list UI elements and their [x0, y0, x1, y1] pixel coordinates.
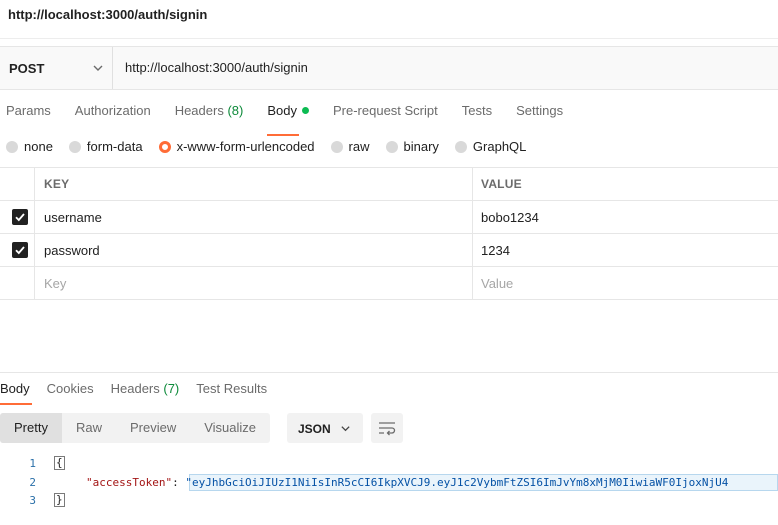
response-divider — [0, 372, 778, 373]
param-value[interactable]: 1234 — [481, 243, 510, 258]
checkbox-checked-icon[interactable] — [12, 209, 28, 225]
radio-circle-icon — [330, 140, 343, 153]
response-tab-headers-label: Headers — [110, 381, 160, 396]
column-header-value: VALUE — [481, 177, 522, 191]
radio-circle-icon — [385, 140, 398, 153]
radio-binary[interactable]: binary — [385, 139, 439, 154]
response-tab-test-results[interactable]: Test Results — [196, 381, 267, 396]
method-select[interactable]: POST — [0, 47, 113, 89]
param-key[interactable]: username — [44, 210, 102, 225]
tab-tests[interactable]: Tests — [462, 103, 492, 127]
param-value[interactable]: bobo1234 — [481, 210, 539, 225]
response-tab-headers[interactable]: Headers (7) — [111, 381, 180, 396]
line-number: 2 — [29, 476, 36, 489]
view-raw-button[interactable]: Raw — [62, 413, 116, 443]
tab-headers-count: (8) — [227, 103, 244, 118]
new-key-input[interactable]: Key — [44, 276, 66, 291]
brace-close: } — [54, 493, 65, 507]
tab-body-label: Body — [267, 103, 297, 118]
radio-none-label: none — [24, 139, 53, 154]
table-row: username bobo1234 — [0, 201, 778, 234]
tab-headers-label: Headers — [174, 103, 224, 118]
code-line: "accessToken": "eyJhbGciOiJIUzI1NiIsInR5… — [86, 476, 728, 489]
tab-headers[interactable]: Headers (8) — [175, 103, 244, 127]
table-row: password 1234 — [0, 234, 778, 267]
json-string-value: "eyJhbGciOiJIUzI1NiIsInR5cCI6IkpXVCJ9.ey… — [185, 476, 729, 489]
chevron-down-icon — [93, 65, 103, 71]
column-divider — [472, 168, 473, 200]
wrap-lines-button[interactable] — [371, 413, 403, 443]
tab-params[interactable]: Params — [6, 103, 51, 127]
radio-selected-icon — [158, 140, 171, 153]
active-dot-icon — [301, 107, 309, 114]
tab-prerequest-script[interactable]: Pre-request Script — [333, 103, 438, 127]
view-visualize-button[interactable]: Visualize — [190, 413, 270, 443]
checkbox-cell — [0, 267, 35, 299]
request-tabs: Params Authorization Headers (8) Body Pr… — [0, 103, 587, 136]
request-bar: POST http://localhost:3000/auth/signin — [0, 46, 778, 90]
tab-body[interactable]: Body — [267, 103, 309, 136]
radio-urlencoded[interactable]: x-www-form-urlencoded — [158, 139, 315, 154]
radio-form-data-label: form-data — [86, 139, 143, 154]
param-key[interactable]: password — [44, 243, 100, 258]
radio-form-data[interactable]: form-data — [68, 139, 143, 154]
json-key: "accessToken" — [86, 476, 173, 489]
url-input[interactable]: http://localhost:3000/auth/signin — [125, 60, 308, 75]
radio-urlencoded-label: x-www-form-urlencoded — [176, 139, 315, 154]
divider — [0, 38, 778, 39]
checkbox-column — [0, 168, 35, 200]
checkbox-cell — [0, 234, 35, 266]
view-pretty-button[interactable]: Pretty — [0, 413, 62, 443]
params-table: KEY VALUE username bobo1234 password 123… — [0, 167, 778, 300]
view-mode-toggle: Pretty Raw Preview Visualize — [0, 413, 271, 443]
radio-circle-icon — [68, 140, 81, 153]
response-tab-body[interactable]: Body — [0, 381, 32, 405]
response-tabs: Body Cookies Headers (7) Test Results — [0, 381, 284, 405]
response-tab-cookies[interactable]: Cookies — [47, 381, 94, 396]
new-value-input[interactable]: Value — [481, 276, 513, 291]
radio-binary-label: binary — [403, 139, 439, 154]
wrap-lines-icon — [379, 422, 396, 436]
column-divider — [472, 267, 473, 299]
brace-open: { — [54, 456, 65, 470]
format-select[interactable]: JSON — [287, 413, 363, 443]
column-divider — [472, 201, 473, 233]
table-row-empty: Key Value — [0, 267, 778, 300]
column-divider — [472, 234, 473, 266]
radio-graphql[interactable]: GraphQL — [454, 139, 527, 154]
column-header-key: KEY — [44, 177, 70, 191]
window-title: http://localhost:3000/auth/signin — [8, 7, 208, 22]
radio-raw-label: raw — [348, 139, 370, 154]
response-tab-headers-count: (7) — [163, 381, 180, 396]
view-preview-button[interactable]: Preview — [116, 413, 190, 443]
json-colon: : — [172, 476, 186, 489]
body-type-radios: none form-data x-www-form-urlencoded raw… — [6, 139, 542, 154]
line-number: 1 — [29, 457, 36, 470]
format-label: JSON — [298, 422, 331, 436]
radio-graphql-label: GraphQL — [472, 139, 527, 154]
radio-circle-icon — [6, 140, 18, 153]
checkbox-cell — [0, 201, 35, 233]
tab-authorization[interactable]: Authorization — [75, 103, 151, 127]
tab-settings[interactable]: Settings — [516, 103, 563, 127]
radio-raw[interactable]: raw — [330, 139, 370, 154]
checkbox-checked-icon[interactable] — [12, 242, 28, 258]
table-header-row: KEY VALUE — [0, 167, 778, 201]
radio-none[interactable]: none — [6, 139, 53, 154]
line-number: 3 — [29, 494, 36, 507]
chevron-down-icon — [341, 426, 350, 432]
radio-circle-icon — [454, 140, 467, 153]
method-label: POST — [9, 60, 45, 76]
code-line: { — [54, 456, 65, 470]
code-line: } — [54, 493, 65, 507]
